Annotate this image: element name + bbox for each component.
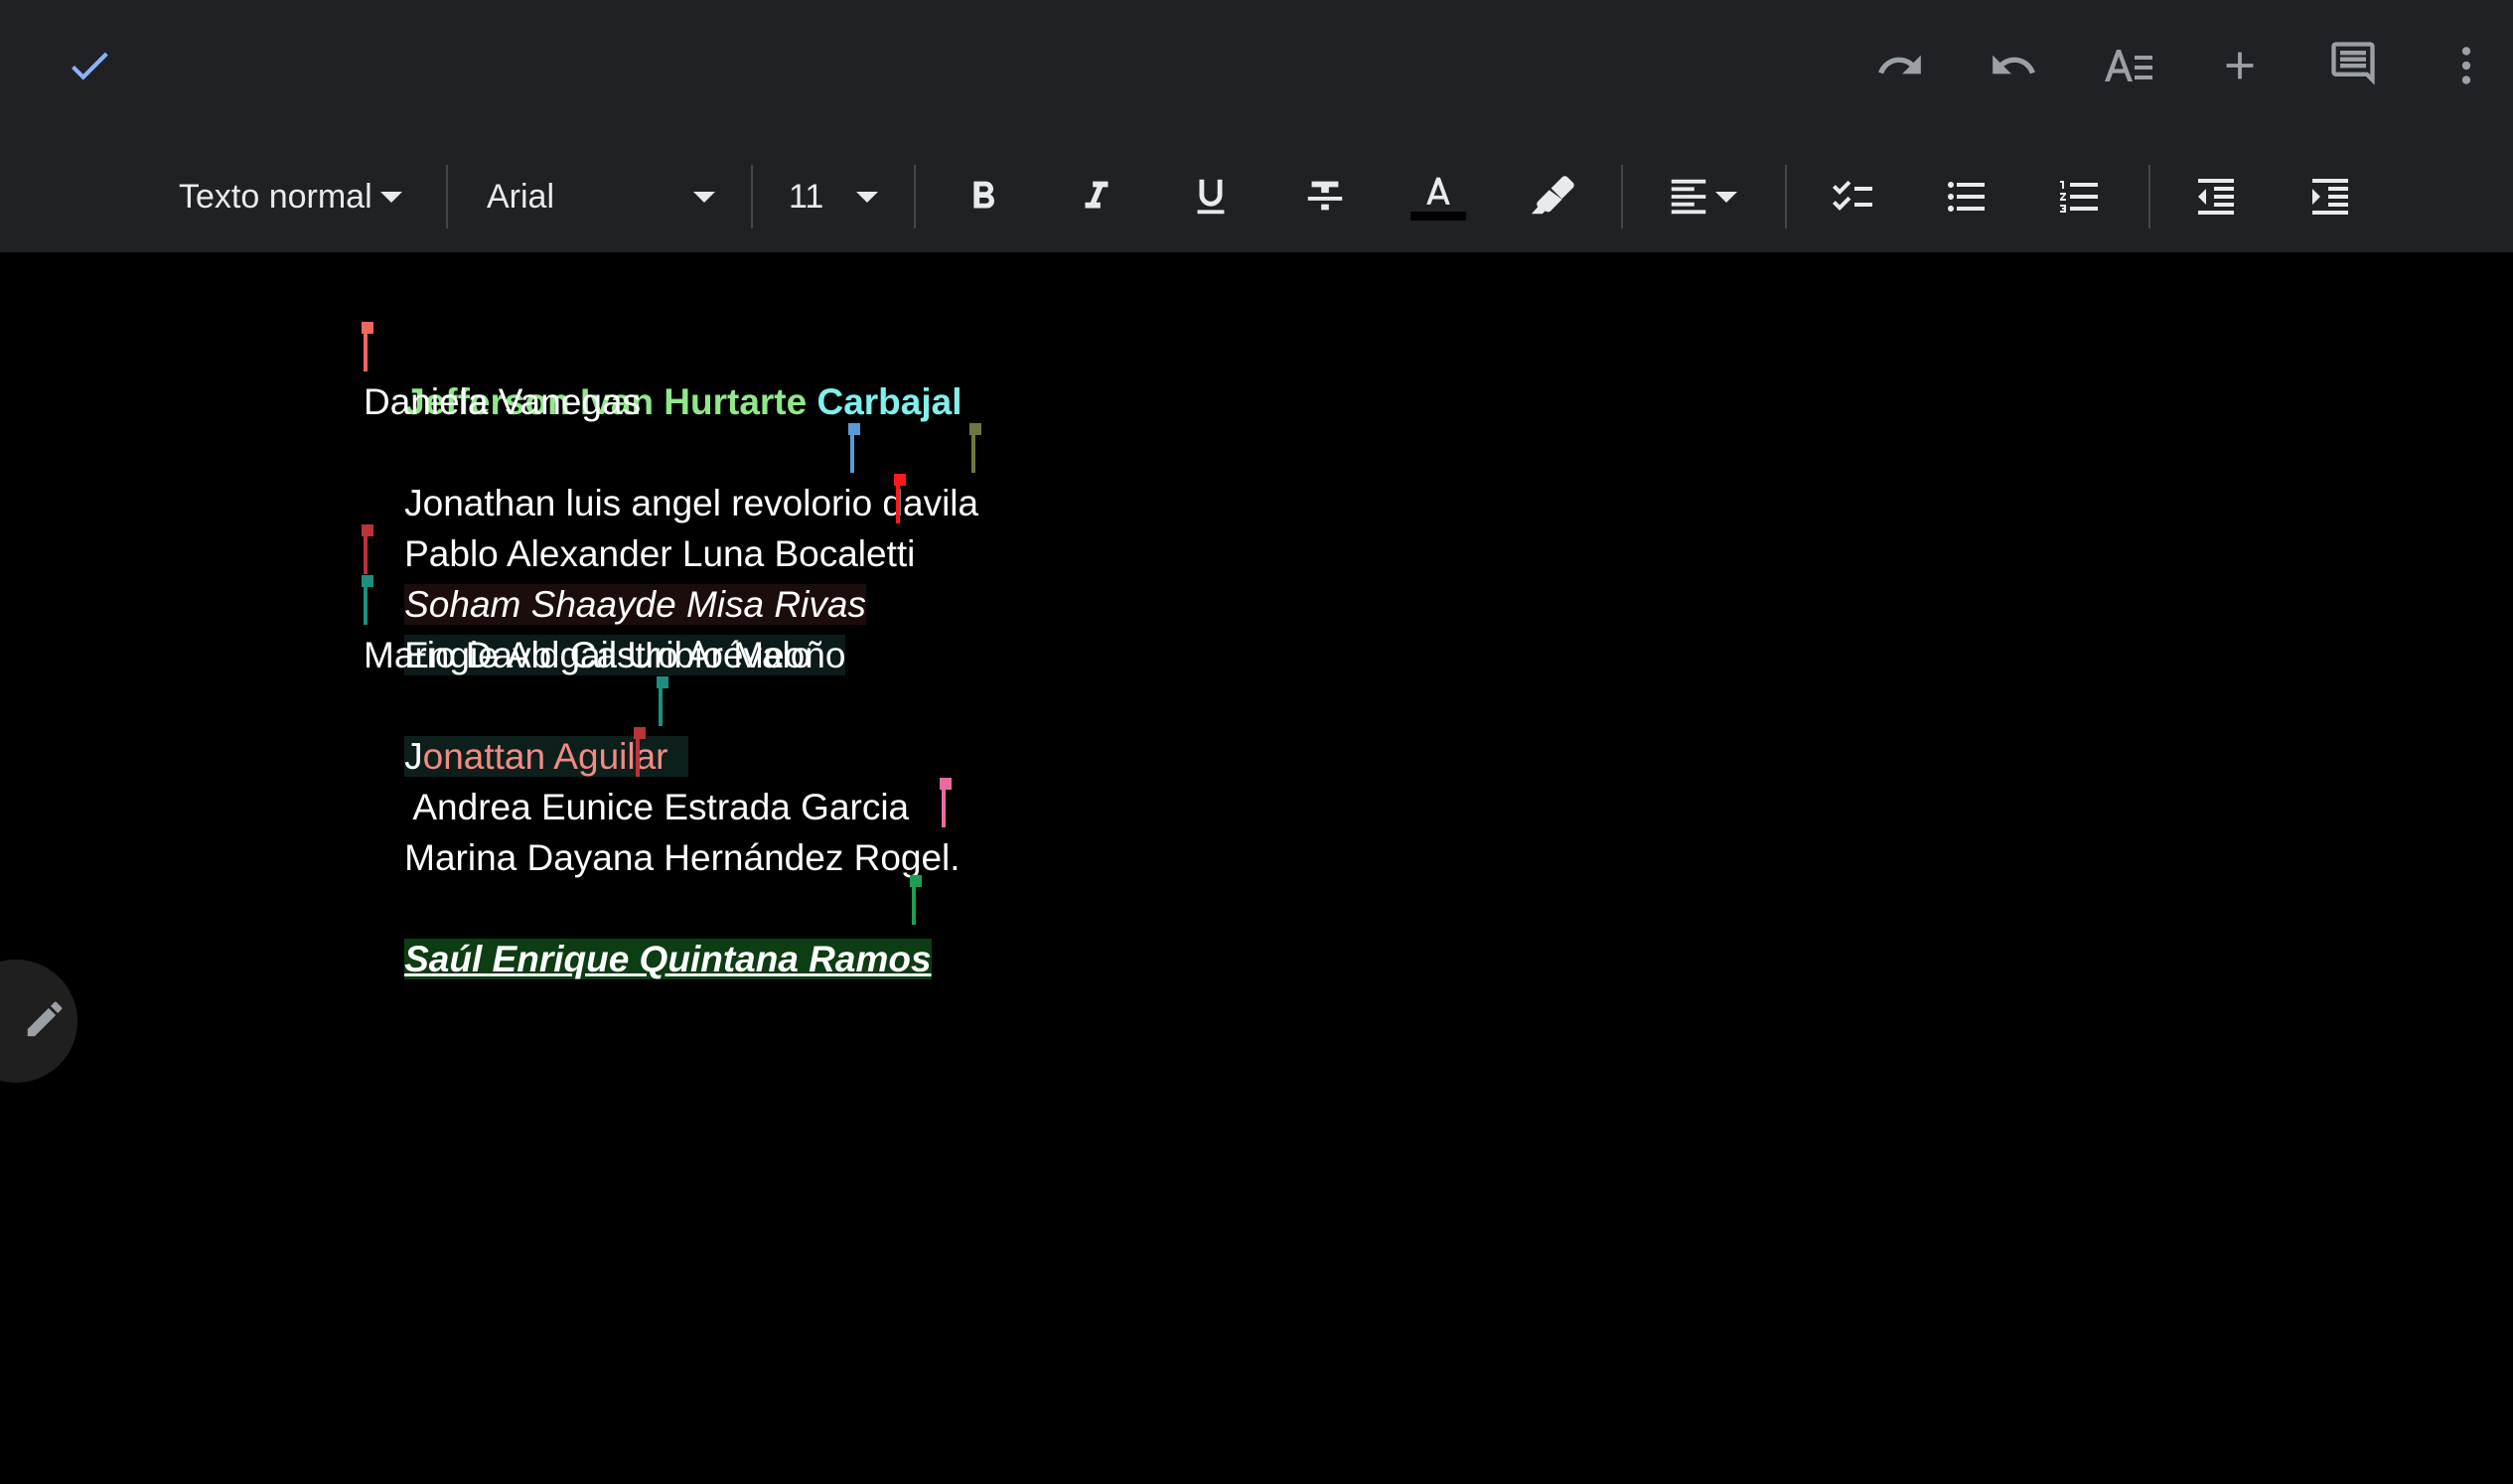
collaborator-cursor (362, 575, 373, 625)
strikethrough-icon[interactable] (1292, 159, 1358, 234)
document-line-1: Jefferson Ivan Hurtarte Carbajal (362, 322, 978, 422)
underline-icon[interactable] (1178, 159, 1244, 234)
bullet-list-icon[interactable] (1934, 159, 1999, 234)
line2-text: Daniela Vanegas (364, 381, 642, 422)
document-line-10: Marina Dayana Hernández Rogel. (364, 778, 978, 878)
toolbar-divider (1785, 165, 1787, 228)
text-format-icon[interactable] (2097, 36, 2160, 95)
chevron-down-icon (856, 191, 878, 203)
toolbar-divider (1621, 165, 1623, 228)
collaborator-cursor (848, 423, 860, 473)
toolbar-divider (446, 165, 448, 228)
document-line-8: Jonattan Aguilar (364, 676, 978, 777)
more-vert-icon[interactable] (2437, 36, 2496, 95)
bold-icon[interactable] (951, 159, 1016, 234)
document-line-7: Mario David Castro Arévalo (364, 630, 978, 680)
collaborator-cursor (910, 875, 922, 925)
document-empty-line (364, 832, 978, 883)
document-line-5: Soham Shaayde Misa Rivas (362, 524, 978, 625)
highlight-icon[interactable] (1520, 159, 1585, 234)
collaborator-cursor (634, 727, 646, 777)
document-line-6: Engie Abigail Uribio Meoño (362, 575, 978, 675)
edit-pencil-icon (22, 996, 68, 1047)
chevron-down-icon (379, 191, 402, 203)
document-line-11: Saúl Enrique Quintana Ramos (364, 875, 978, 979)
italic-icon[interactable] (1064, 159, 1129, 234)
comment-icon[interactable] (2323, 34, 2383, 93)
document-line-2: Daniela Vanegas (364, 376, 978, 427)
top-toolbar: Texto normal Arial 11 (0, 0, 2513, 252)
font-size-dropdown[interactable]: 11 (789, 159, 878, 234)
line11-text: Saúl Enrique Quintana Ramos (404, 939, 932, 979)
toolbar-divider (2148, 165, 2150, 228)
paragraph-style-label: Texto normal (179, 177, 372, 216)
font-family-dropdown[interactable]: Arial (487, 159, 715, 234)
text-color-icon[interactable] (1405, 159, 1471, 234)
collaborator-cursor (657, 676, 668, 726)
document-line-4: Pablo Alexander Luna Bocaletti (364, 474, 978, 574)
font-size-label: 11 (789, 177, 824, 216)
collaborator-cursor (362, 322, 373, 371)
checklist-icon[interactable] (1820, 159, 1885, 234)
align-left-icon[interactable] (1657, 159, 1746, 234)
done-check-icon[interactable] (60, 36, 119, 95)
document-line-3: Jonathan luis angel revolorio davila (364, 423, 981, 523)
paragraph-style-dropdown[interactable]: Texto normal (179, 159, 407, 234)
collaborator-cursor (940, 778, 952, 827)
collaborator-cursor (894, 474, 906, 523)
collaborator-cursor (969, 423, 981, 473)
edit-fab[interactable] (0, 960, 77, 1083)
increase-indent-icon[interactable] (2297, 159, 2363, 234)
toolbar-divider (751, 165, 753, 228)
chevron-down-icon (1715, 191, 1737, 203)
document-body[interactable]: Jefferson Ivan Hurtarte Carbajal Daniela… (362, 322, 981, 979)
numbered-list-icon[interactable] (2047, 159, 2113, 234)
insert-plus-icon[interactable] (2210, 36, 2270, 95)
decrease-indent-icon[interactable] (2183, 159, 2249, 234)
chevron-down-icon (693, 191, 715, 203)
undo-icon[interactable] (1870, 36, 1930, 95)
redo-icon[interactable] (1984, 36, 2043, 95)
line7-text: Mario David Castro Arévalo (364, 635, 812, 675)
text-color-bar (1410, 211, 1466, 221)
collaborator-cursor (362, 524, 373, 574)
font-family-label: Arial (487, 177, 555, 216)
toolbar-divider (914, 165, 916, 228)
document-line-9: Andrea Eunice Estrada Garcia (364, 727, 978, 827)
